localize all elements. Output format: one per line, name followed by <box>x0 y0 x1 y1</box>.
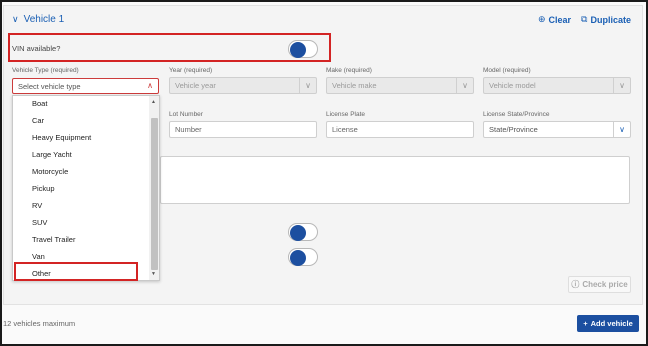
option-toggle-1[interactable] <box>288 223 318 241</box>
dropdown-option-suv[interactable]: SUV <box>32 218 47 227</box>
toggle-knob <box>290 250 306 266</box>
license-plate-label: License Plate <box>326 111 366 118</box>
toggle-knob <box>290 42 306 58</box>
model-placeholder: Vehicle model <box>489 81 536 90</box>
check-price-button[interactable]: ⓘ Check price <box>568 276 631 293</box>
year-label: Year (required) <box>169 67 213 74</box>
vehicle-type-placeholder: Select vehicle type <box>18 81 81 91</box>
price-icon: ⓘ <box>571 280 580 289</box>
vin-toggle[interactable] <box>288 40 318 58</box>
lot-number-input[interactable]: Number <box>169 121 317 138</box>
add-vehicle-label: Add vehicle <box>590 319 633 328</box>
dropdown-scrollbar[interactable]: ▲ ▼ <box>149 96 159 280</box>
chevron-down-icon: ∨ <box>613 78 630 93</box>
year-select[interactable]: Vehicle year ∨ <box>169 77 317 94</box>
chevron-down-icon: ∨ <box>613 122 630 137</box>
vehicle-type-label: Vehicle Type (required) <box>12 67 79 74</box>
vehicle-type-dropdown: Boat Car Heavy Equipment Large Yacht Mot… <box>12 95 160 281</box>
vin-available-label: VIN available? <box>12 44 61 53</box>
clear-button[interactable]: ⊕ Clear <box>538 14 571 25</box>
chevron-up-icon: ∧ <box>147 81 153 90</box>
make-placeholder: Vehicle make <box>332 81 377 90</box>
make-select[interactable]: Vehicle make ∨ <box>326 77 474 94</box>
scroll-up-icon[interactable]: ▲ <box>151 99 156 105</box>
dropdown-option-large-yacht[interactable]: Large Yacht <box>32 150 72 159</box>
model-label: Model (required) <box>483 67 531 74</box>
notes-textarea[interactable] <box>160 156 630 204</box>
license-state-placeholder: State/Province <box>489 125 538 134</box>
dropdown-option-boat[interactable]: Boat <box>32 99 47 108</box>
duplicate-label: Duplicate <box>590 14 631 25</box>
dropdown-option-heavy-equipment[interactable]: Heavy Equipment <box>32 133 91 142</box>
lot-number-label: Lot Number <box>169 111 203 118</box>
dropdown-option-pickup[interactable]: Pickup <box>32 184 55 193</box>
dropdown-option-car[interactable]: Car <box>32 116 44 125</box>
lot-number-placeholder: Number <box>175 125 202 134</box>
dropdown-option-travel-trailer[interactable]: Travel Trailer <box>32 235 75 244</box>
clear-label: Clear <box>548 14 572 25</box>
scrollbar-thumb[interactable] <box>151 118 158 270</box>
dropdown-option-van[interactable]: Van <box>32 252 45 261</box>
vehicle-section-header[interactable]: ∨ Vehicle 1 <box>12 14 64 25</box>
license-state-select[interactable]: State/Province ∨ <box>483 121 631 138</box>
scroll-down-icon[interactable]: ▼ <box>151 271 156 277</box>
chevron-down-icon: ∨ <box>12 14 19 24</box>
vehicle-title: Vehicle 1 <box>23 14 65 25</box>
clear-icon: ⊕ <box>537 14 546 24</box>
option-toggle-2[interactable] <box>288 248 318 266</box>
vehicles-max-note: 12 vehicles maximum <box>3 319 76 328</box>
vehicle-type-select[interactable]: Select vehicle type ∧ <box>12 78 159 94</box>
year-placeholder: Vehicle year <box>175 81 216 90</box>
other-option-highlight-box <box>14 262 138 281</box>
make-label: Make (required) <box>326 67 372 74</box>
chevron-down-icon: ∨ <box>456 78 473 93</box>
chevron-down-icon: ∨ <box>299 78 316 93</box>
vehicle-actions: ⊕ Clear ⧉ Duplicate <box>538 14 631 25</box>
toggle-knob <box>290 225 306 241</box>
dropdown-option-rv[interactable]: RV <box>32 201 42 210</box>
dropdown-option-motorcycle[interactable]: Motorcycle <box>32 167 68 176</box>
license-state-label: License State/Province <box>483 111 550 118</box>
model-select[interactable]: Vehicle model ∨ <box>483 77 631 94</box>
add-vehicle-button[interactable]: + Add vehicle <box>577 315 639 332</box>
license-plate-input[interactable]: License <box>326 121 474 138</box>
copy-icon: ⧉ <box>581 14 588 24</box>
duplicate-button[interactable]: ⧉ Duplicate <box>581 14 631 25</box>
license-plate-placeholder: License <box>332 125 358 134</box>
plus-icon: + <box>583 319 588 328</box>
check-price-label: Check price <box>582 280 628 289</box>
